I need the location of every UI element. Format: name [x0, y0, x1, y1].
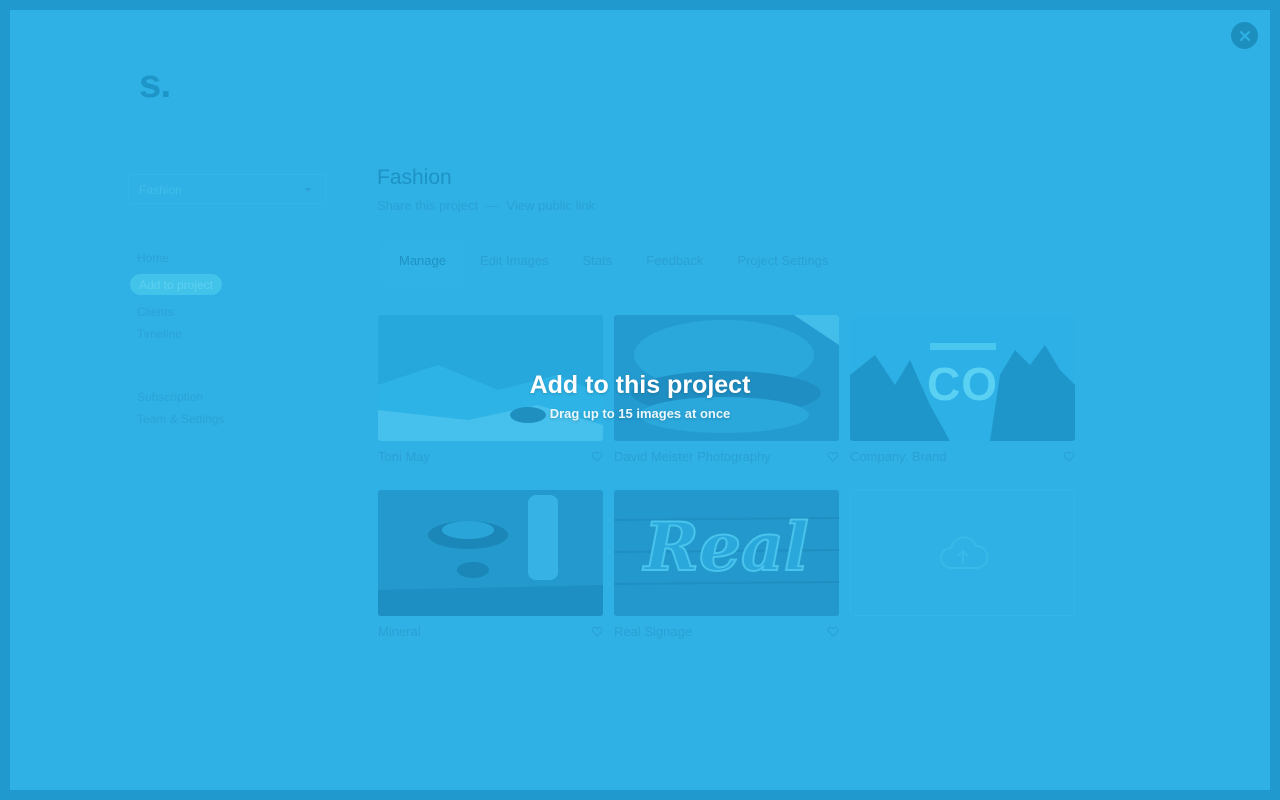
project-select[interactable]: Fashion	[128, 174, 326, 204]
image-caption: Real Signage	[614, 624, 693, 639]
heart-icon[interactable]	[827, 451, 839, 462]
upload-dropzone[interactable]	[850, 490, 1075, 616]
project-select-label: Fashion	[139, 183, 182, 197]
close-icon	[1239, 30, 1250, 41]
heart-icon[interactable]	[591, 451, 603, 462]
image-card[interactable]: Real Real Signage	[614, 490, 839, 639]
image-caption: David Meister Photography	[614, 449, 771, 464]
sidebar-item-clients[interactable]: Clients	[137, 305, 174, 319]
image-caption: Mineral	[378, 624, 421, 639]
tab-feedback[interactable]: Feedback	[629, 242, 720, 282]
image-thumbnail[interactable]	[378, 490, 603, 616]
sidebar-item-home[interactable]: Home	[137, 251, 169, 265]
sidebar-item-timeline[interactable]: Timeline	[137, 327, 182, 341]
project-tabs: Manage Edit Images Stats Feedback Projec…	[382, 242, 845, 282]
heart-icon[interactable]	[591, 626, 603, 637]
overlay-title: Add to this project	[529, 371, 751, 399]
close-button[interactable]	[1231, 22, 1258, 49]
table-photo	[378, 490, 603, 616]
tab-stats[interactable]: Stats	[566, 242, 630, 282]
overlay-subtitle: Drag up to 15 images at once	[549, 406, 731, 421]
link-separator: —	[485, 198, 499, 213]
image-caption: Company. Brand	[850, 449, 947, 464]
view-public-link[interactable]: View public link	[506, 198, 595, 213]
image-caption: Toni May	[378, 449, 431, 464]
chevron-down-icon	[305, 188, 311, 192]
logo: s.	[139, 62, 171, 106]
page-title: Fashion	[377, 166, 452, 189]
heart-icon[interactable]	[827, 626, 839, 637]
tab-manage[interactable]: Manage	[382, 242, 463, 282]
tab-edit-images[interactable]: Edit Images	[463, 242, 566, 282]
cloud-upload-icon	[939, 536, 988, 569]
tab-project-settings[interactable]: Project Settings	[720, 242, 845, 282]
image-card[interactable]: Mineral	[378, 490, 603, 639]
thumb-overlay-text: Real	[643, 507, 810, 587]
share-project-link[interactable]: Share this project	[377, 198, 478, 213]
heart-icon[interactable]	[1063, 451, 1075, 462]
sidebar-item-add-to-project[interactable]: Add to project	[130, 274, 222, 295]
project-links: Share this project — View public link	[377, 198, 595, 213]
image-thumbnail[interactable]: Real	[614, 490, 839, 616]
